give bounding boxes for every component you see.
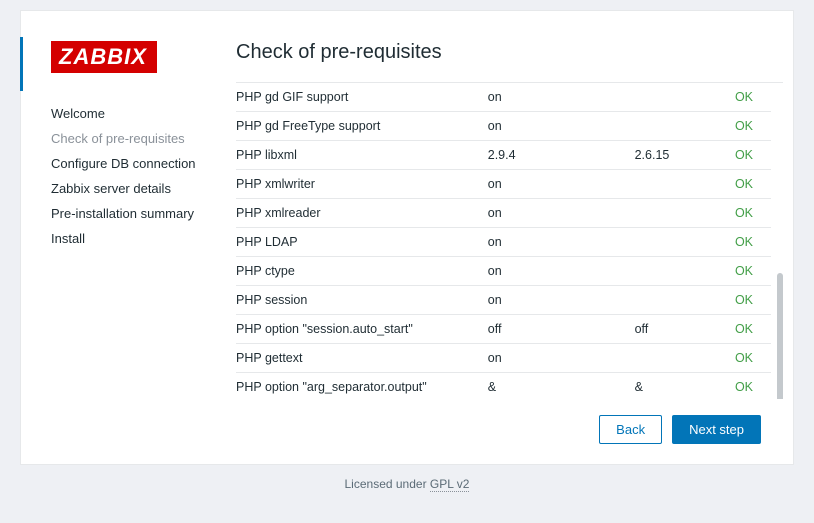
license-link[interactable]: GPL v2 <box>430 477 470 492</box>
nav-item[interactable]: Install <box>51 226 226 251</box>
req-status: OK <box>729 170 771 199</box>
table-row: PHP ctypeon OK <box>236 257 771 286</box>
setup-card: ZABBIX WelcomeCheck of pre-requisitesCon… <box>20 10 794 465</box>
req-required <box>635 344 729 373</box>
req-current: on <box>488 199 635 228</box>
req-status: OK <box>729 257 771 286</box>
next-step-button[interactable]: Next step <box>672 415 761 444</box>
table-row: PHP xmlreaderon OK <box>236 199 771 228</box>
requirements-table-wrap: PHP gd GIF supportonOKPHP gd FreeType su… <box>236 82 783 399</box>
req-current: on <box>488 257 635 286</box>
nav-item[interactable]: Pre-installation summary <box>51 201 226 226</box>
req-current: & <box>488 373 635 400</box>
nav-item[interactable]: Configure DB connection <box>51 151 226 176</box>
req-required: 2.6.15 <box>635 141 729 170</box>
footer-text: Licensed under <box>345 477 430 491</box>
req-required <box>635 112 729 141</box>
nav-item[interactable]: Welcome <box>51 101 226 126</box>
req-name: PHP LDAP <box>236 228 488 257</box>
req-status: OK <box>729 315 771 344</box>
table-row: PHP libxml2.9.42.6.15OK <box>236 141 771 170</box>
nav-list: WelcomeCheck of pre-requisitesConfigure … <box>51 101 226 251</box>
requirements-table: PHP gd GIF supportonOKPHP gd FreeType su… <box>236 83 771 399</box>
req-required <box>635 286 729 315</box>
req-current: on <box>488 344 635 373</box>
req-name: PHP xmlreader <box>236 199 488 228</box>
table-row: PHP gd FreeType supporton OK <box>236 112 771 141</box>
req-required <box>635 199 729 228</box>
req-required: & <box>635 373 729 400</box>
nav-item[interactable]: Check of pre-requisites <box>51 126 226 151</box>
req-name: PHP xmlwriter <box>236 170 488 199</box>
req-current: off <box>488 315 635 344</box>
page-title: Check of pre-requisites <box>236 41 783 64</box>
nav-item[interactable]: Zabbix server details <box>51 176 226 201</box>
req-name: PHP gettext <box>236 344 488 373</box>
req-name: PHP session <box>236 286 488 315</box>
req-current: on <box>488 286 635 315</box>
req-current: on <box>488 228 635 257</box>
req-status: OK <box>729 112 771 141</box>
req-required <box>635 228 729 257</box>
req-required: off <box>635 315 729 344</box>
req-current: 2.9.4 <box>488 141 635 170</box>
table-row: PHP option "session.auto_start"offoffOK <box>236 315 771 344</box>
logo: ZABBIX <box>51 41 157 73</box>
req-name: PHP option "session.auto_start" <box>236 315 488 344</box>
req-status: OK <box>729 228 771 257</box>
req-name: PHP option "arg_separator.output" <box>236 373 488 400</box>
scrollbar-thumb[interactable] <box>777 273 783 399</box>
req-name: PHP gd GIF support <box>236 83 488 112</box>
button-row: Back Next step <box>236 399 783 444</box>
req-status: OK <box>729 373 771 400</box>
req-status: OK <box>729 141 771 170</box>
req-name: PHP ctype <box>236 257 488 286</box>
req-status: OK <box>729 344 771 373</box>
req-required <box>635 257 729 286</box>
table-row: PHP xmlwriteron OK <box>236 170 771 199</box>
back-button[interactable]: Back <box>599 415 662 444</box>
table-row: PHP gd GIF supporton OK <box>236 83 771 112</box>
req-current: on <box>488 170 635 199</box>
table-row: PHP gettexton OK <box>236 344 771 373</box>
req-name: PHP gd FreeType support <box>236 112 488 141</box>
sidebar: ZABBIX WelcomeCheck of pre-requisitesCon… <box>21 11 236 464</box>
req-status: OK <box>729 199 771 228</box>
req-required <box>635 170 729 199</box>
footer: Licensed under GPL v2 <box>0 465 814 503</box>
req-required <box>635 83 729 112</box>
table-row: PHP LDAPon OK <box>236 228 771 257</box>
req-name: PHP libxml <box>236 141 488 170</box>
table-row: PHP option "arg_separator.output"&&OK <box>236 373 771 400</box>
req-current: on <box>488 112 635 141</box>
req-current: on <box>488 83 635 112</box>
table-row: PHP sessionon OK <box>236 286 771 315</box>
req-status: OK <box>729 286 771 315</box>
req-status: OK <box>729 83 771 112</box>
active-indicator <box>20 37 23 91</box>
main-panel: Check of pre-requisites PHP gd GIF suppo… <box>236 11 793 464</box>
